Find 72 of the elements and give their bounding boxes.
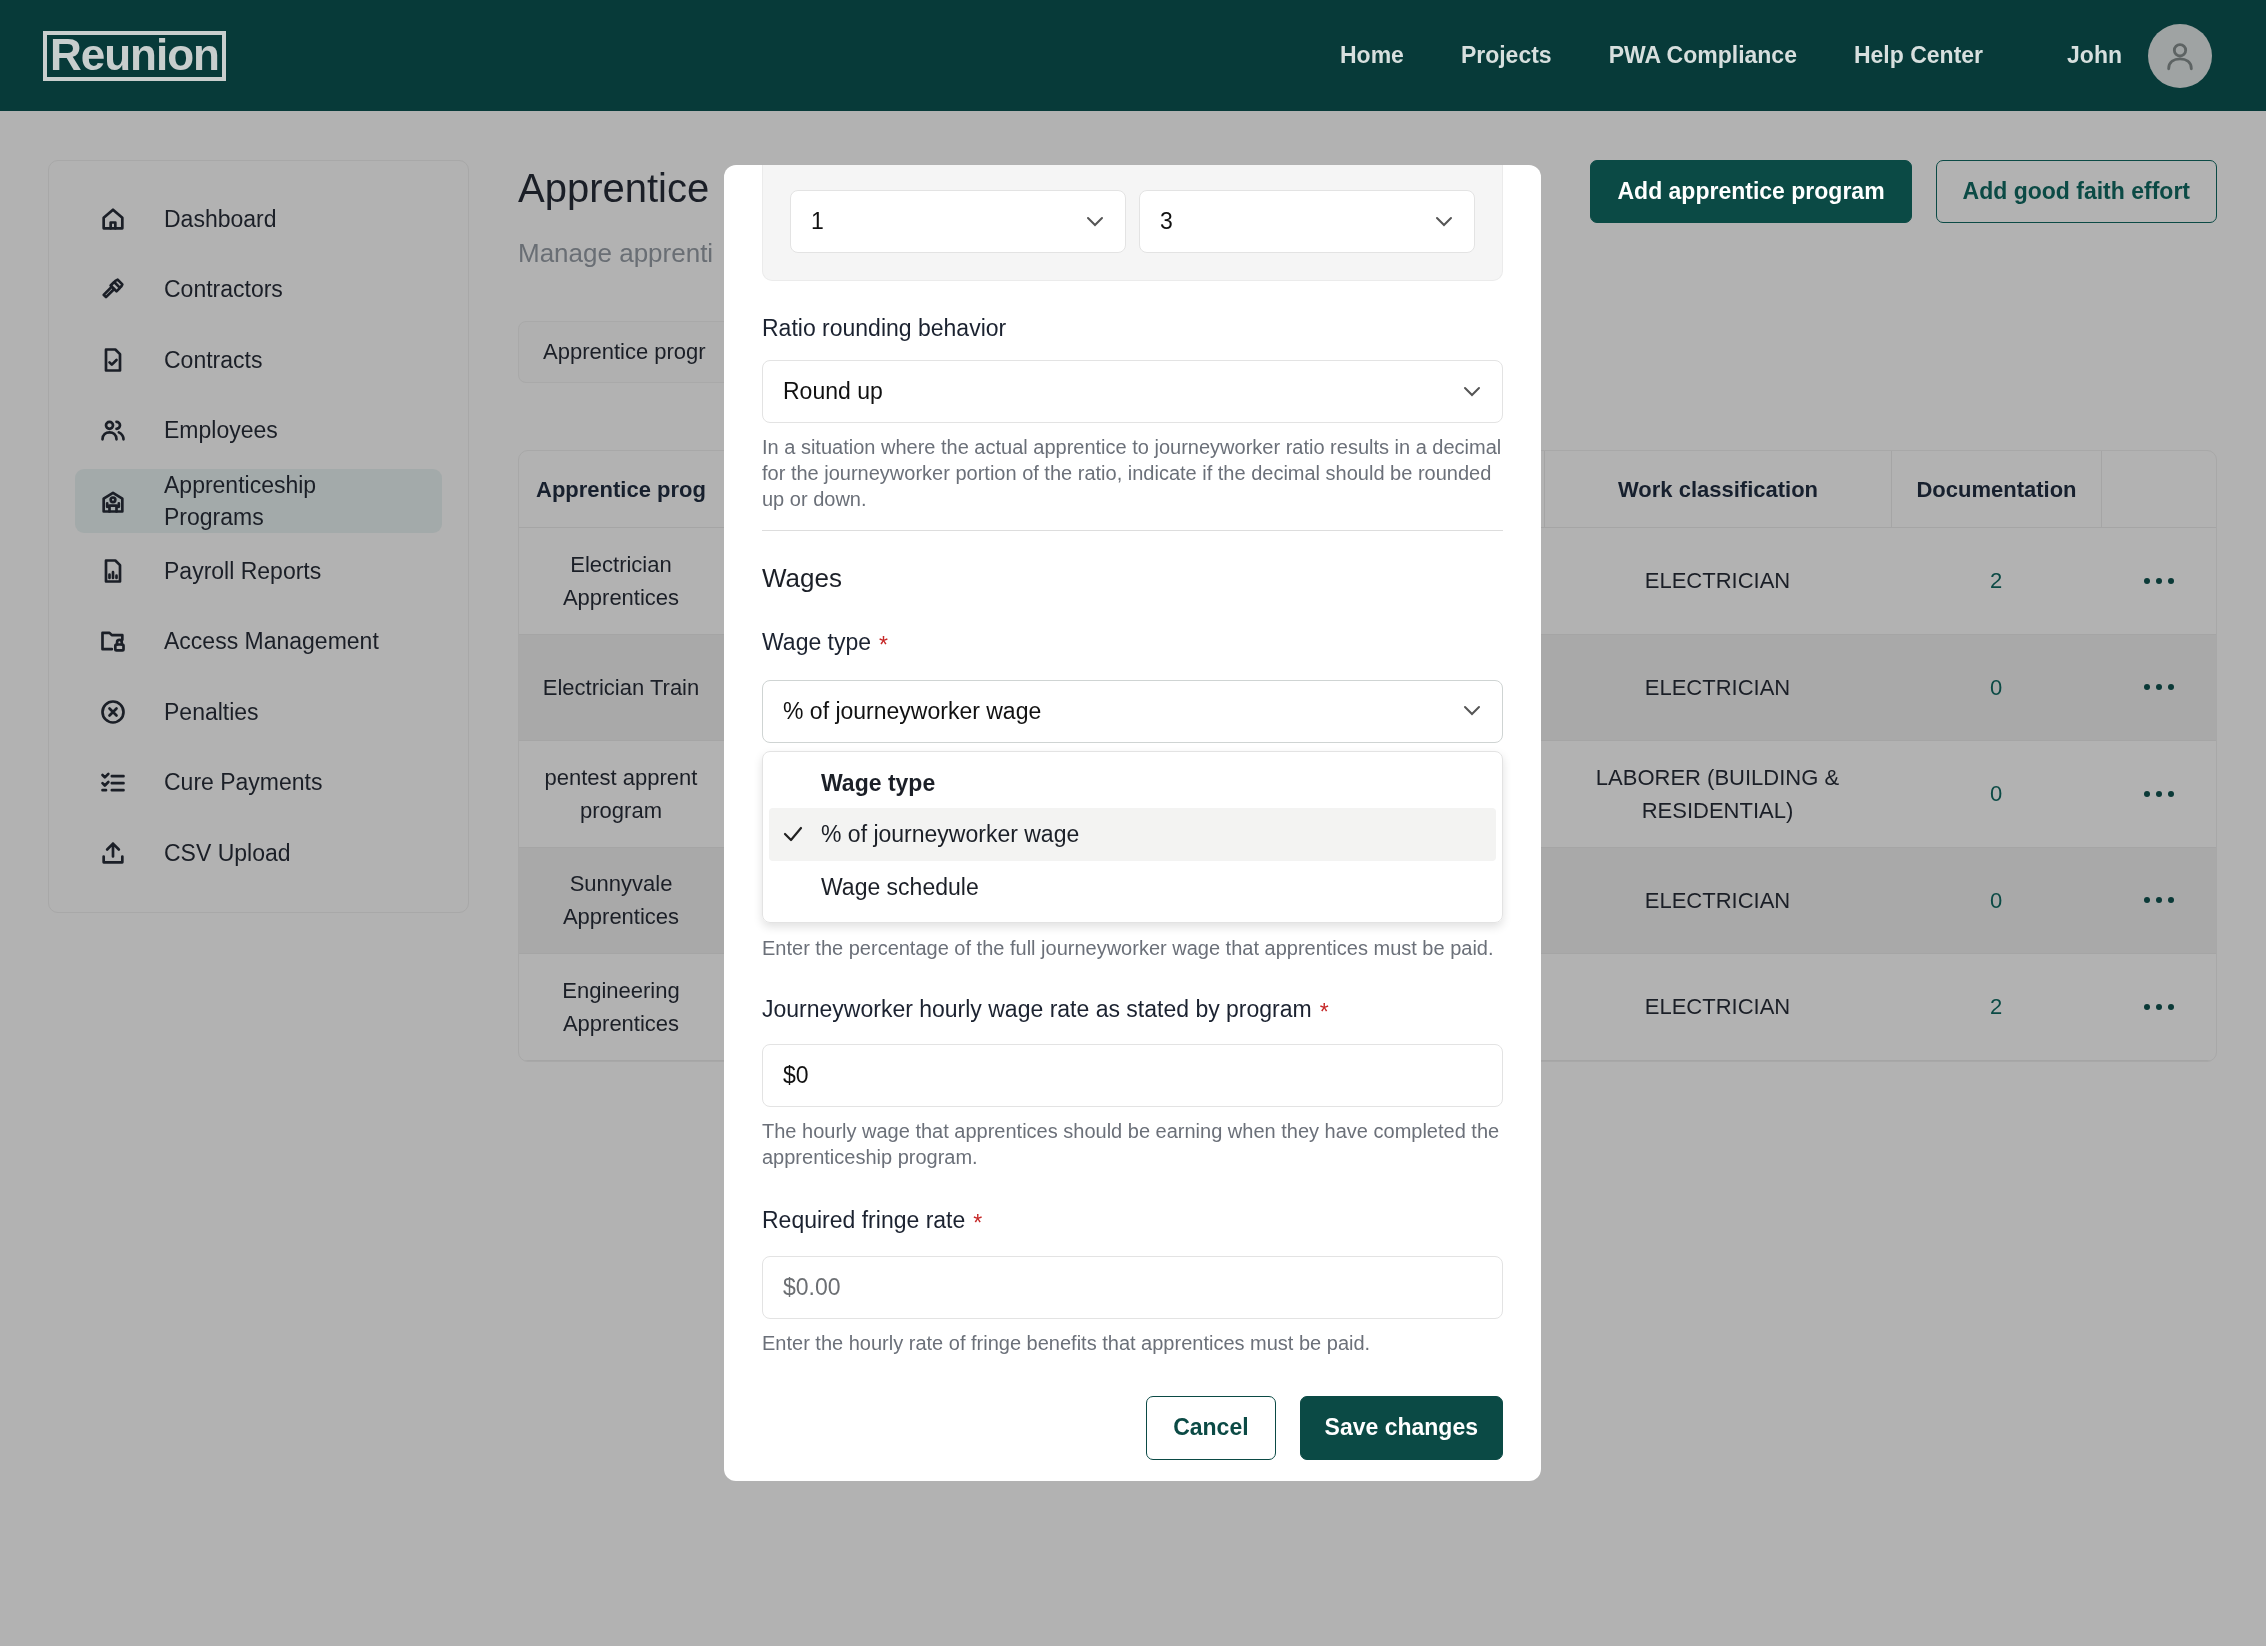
sidebar-item[interactable]: Dashboard bbox=[75, 187, 442, 251]
more-options-icon[interactable] bbox=[2142, 683, 2175, 692]
nav-link[interactable]: Home bbox=[1340, 38, 1404, 73]
column-header: Apprentice prog bbox=[519, 451, 723, 528]
menu-heading: Wage type bbox=[820, 769, 937, 799]
x-circle-icon bbox=[99, 697, 127, 726]
help-text: Enter the percentage of the full journeyworker wage that apprentices must be paid. bbox=[762, 935, 1495, 961]
more-options-icon[interactable] bbox=[2142, 576, 2175, 585]
select-field[interactable]: 3 bbox=[1139, 190, 1475, 253]
help-text: The hourly wage that apprentices should be earning when they have completed the apprenticeship program. bbox=[762, 1119, 1501, 1170]
document-count[interactable]: 0 bbox=[1891, 741, 2101, 848]
text-input[interactable]: $0.00 bbox=[762, 1255, 1503, 1319]
sidebar-item[interactable]: CSV Upload bbox=[75, 820, 442, 885]
select-field[interactable]: % of journeyworker wage bbox=[762, 679, 1503, 743]
sidebar-item[interactable]: Penalties bbox=[75, 679, 442, 744]
required-mark: * bbox=[1319, 997, 1329, 1027]
table-cell: Engineering Apprentices bbox=[519, 954, 723, 1061]
sidebar-item[interactable]: Apprenticeship Programs bbox=[75, 468, 442, 533]
field-label: Required fringe rate bbox=[762, 1206, 966, 1234]
document-count[interactable]: 0 bbox=[1891, 847, 2101, 954]
table-cell: ELECTRICIAN bbox=[1544, 528, 1891, 635]
table-cell: LABORER (BUILDING & RESIDENTIAL) bbox=[1544, 741, 1891, 848]
page-title: Apprentice bbox=[518, 165, 711, 212]
nav-link[interactable]: PWA Compliance bbox=[1608, 38, 1797, 73]
column-header: Work classification bbox=[1544, 451, 1891, 528]
column-header: Documentation bbox=[1891, 451, 2101, 528]
sidebar-item[interactable]: Payroll Reports bbox=[75, 538, 442, 603]
table-cell: Electrician Apprentices bbox=[519, 528, 723, 635]
document-count[interactable]: 2 bbox=[1891, 954, 2101, 1061]
save-button[interactable]: Save changes bbox=[1299, 1395, 1503, 1460]
text-input[interactable]: $0 bbox=[762, 1044, 1503, 1107]
add-effort-button[interactable]: Add good faith effort bbox=[1935, 160, 2217, 223]
select-field[interactable]: Round up bbox=[762, 360, 1503, 423]
cancel-button[interactable]: Cancel bbox=[1146, 1395, 1276, 1460]
more-options-icon[interactable] bbox=[2142, 896, 2175, 905]
chevron-down-icon bbox=[1085, 215, 1105, 228]
chevron-down-icon bbox=[1462, 385, 1482, 398]
user-name[interactable]: John bbox=[2067, 38, 2122, 73]
nav-link[interactable]: Projects bbox=[1460, 38, 1552, 73]
help-text: Enter the hourly rate of fringe benefits that apprentices must be paid. bbox=[762, 1330, 1372, 1356]
table-cell: ELECTRICIAN bbox=[1544, 954, 1891, 1061]
required-mark: * bbox=[879, 631, 889, 660]
sidebar-item[interactable]: Cure Payments bbox=[75, 750, 442, 815]
menu-option[interactable]: Wage schedule bbox=[769, 860, 1496, 914]
home-icon bbox=[99, 205, 127, 233]
sidebar-item[interactable]: Contractors bbox=[75, 257, 442, 322]
add-program-button[interactable]: Add apprentice program bbox=[1590, 160, 1912, 223]
sidebar-item[interactable]: Contracts bbox=[75, 327, 442, 392]
help-text: In a situation where the actual apprentice to journeyworker ratio results in a decimal for the journeyworker portion of the ratio, indicate if the decimal should be rounded up or down. bbox=[762, 435, 1503, 512]
section-heading: Wages bbox=[762, 562, 843, 595]
table-cell: Sunnyvale Apprentices bbox=[519, 847, 723, 954]
check-icon bbox=[783, 824, 803, 843]
table-cell: ELECTRICIAN bbox=[1544, 847, 1891, 954]
field-label: Journeyworker hourly wage rate as stated by program bbox=[762, 994, 1312, 1023]
table-cell: pentest apprent program bbox=[519, 741, 723, 848]
document-count[interactable]: 0 bbox=[1891, 634, 2101, 741]
chevron-down-icon bbox=[1434, 215, 1454, 228]
menu-option[interactable]: % of journeyworker wage bbox=[769, 807, 1496, 861]
more-options-icon[interactable] bbox=[2142, 1002, 2175, 1011]
logo[interactable]: Reunion bbox=[43, 30, 226, 81]
chevron-down-icon bbox=[1462, 705, 1482, 717]
page-subtitle: Manage apprenti bbox=[518, 237, 715, 270]
table-cell: ELECTRICIAN bbox=[1544, 634, 1891, 741]
document-count[interactable]: 2 bbox=[1891, 528, 2101, 635]
field-label: Wage type bbox=[762, 628, 872, 656]
more-options-icon[interactable] bbox=[2142, 789, 2175, 798]
sidebar-item[interactable]: Employees bbox=[75, 398, 442, 463]
nav-link[interactable]: Help Center bbox=[1853, 38, 1984, 73]
select-field[interactable]: 1 bbox=[790, 190, 1126, 253]
sidebar-item[interactable]: Access Management bbox=[75, 609, 442, 674]
required-mark: * bbox=[973, 1209, 983, 1238]
table-cell: Electrician Train bbox=[519, 634, 723, 741]
